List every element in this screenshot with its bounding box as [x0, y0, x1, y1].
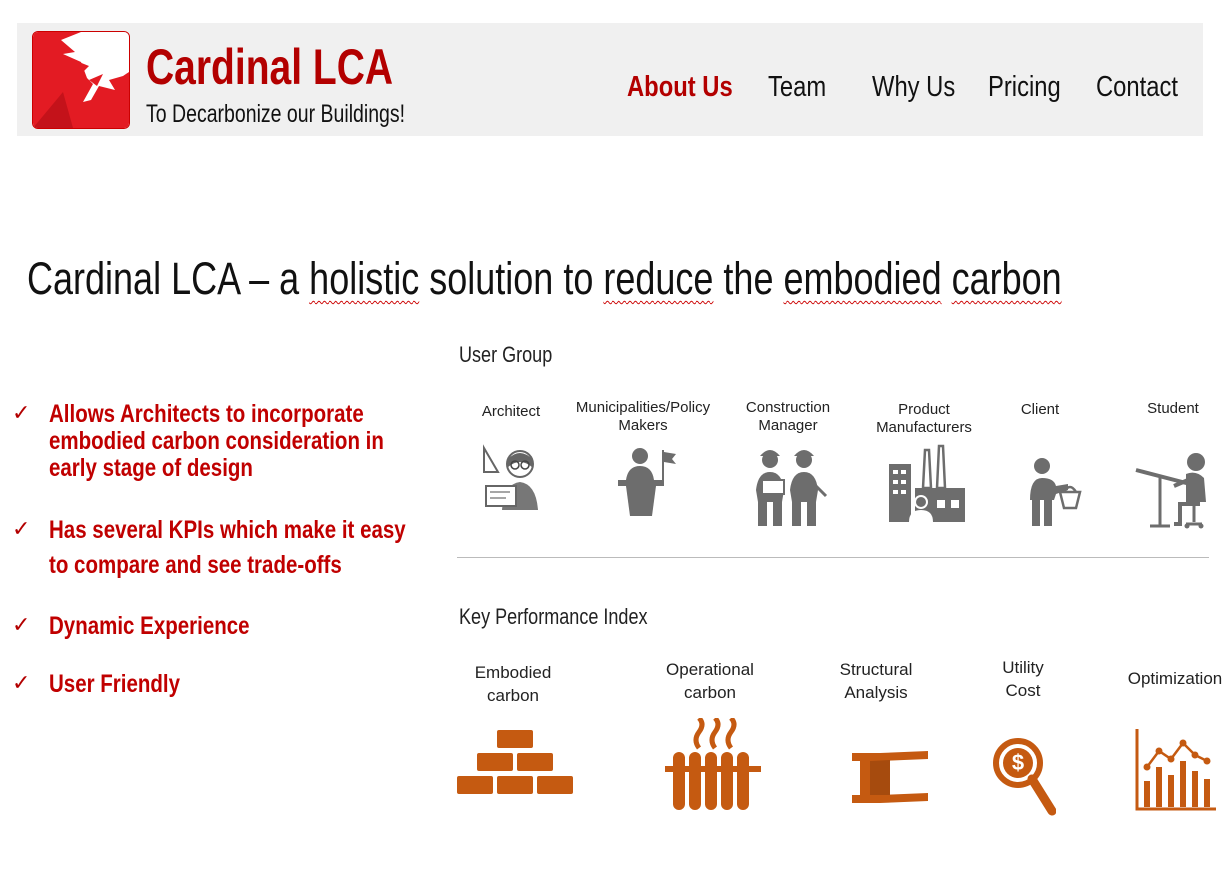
construction-manager-icon [752, 446, 828, 533]
feature-text: to compare and see trade-offs [49, 551, 342, 579]
client-icon [1020, 456, 1084, 533]
headline-text: solution to [419, 253, 604, 304]
feature-text: Has several KPIs which make it easy [49, 516, 406, 544]
brand-title[interactable]: Cardinal LCA [146, 39, 393, 95]
kpi-title: Key Performance Index [459, 604, 648, 629]
user-group-title: User Group [459, 342, 553, 367]
feature-text: Dynamic Experience [49, 612, 250, 640]
cardinal-logo-icon[interactable] [32, 31, 130, 129]
feature-text: User Friendly [49, 670, 181, 698]
checkmark-icon: ✓ [12, 612, 31, 637]
bricks-icon [457, 730, 575, 801]
feature-text: embodied carbon consideration in [49, 427, 384, 455]
user-group-label: Architect [481, 403, 541, 420]
checkmark-icon: ✓ [12, 400, 31, 425]
kpi-label: Operational carbon [666, 660, 754, 702]
nav-team[interactable]: Team [768, 70, 826, 104]
user-group-label: Municipalities/Policy Makers [575, 399, 711, 434]
feature-text: Allows Architects to incorporate [49, 400, 364, 428]
nav-why-us[interactable]: Why Us [872, 70, 955, 104]
headline-word-carbon: carbon [951, 253, 1062, 304]
kpi-label: Utility Cost [1002, 658, 1044, 700]
headline-text: the [713, 253, 784, 304]
kpi-label: Embodied carbon [474, 663, 552, 705]
user-group-label: Product Manufacturers [876, 401, 972, 436]
user-group-label: Construction Manager [745, 399, 831, 434]
headline-word-embodied: embodied [783, 253, 942, 304]
architect-icon [480, 444, 544, 519]
headline-text: Cardinal LCA – a [27, 253, 310, 304]
headline-word-holistic: holistic [309, 253, 420, 304]
user-group-label: Student [1147, 400, 1199, 417]
dollar-search-icon: $ [992, 737, 1057, 822]
checkmark-icon: ✓ [12, 670, 31, 695]
brand-tagline: To Decarbonize our Buildings! [146, 100, 406, 128]
policy-maker-icon [614, 444, 678, 523]
radiator-icon [665, 716, 763, 819]
chart-icon [1134, 729, 1218, 818]
i-beam-icon [852, 751, 930, 812]
feature-text: early stage of design [49, 454, 253, 482]
svg-text:$: $ [1012, 750, 1024, 775]
user-group-label: Client [1020, 401, 1060, 418]
kpi-label: Optimization [1127, 669, 1223, 688]
section-divider [457, 557, 1209, 558]
headline-space [942, 253, 952, 304]
nav-about-us[interactable]: About Us [627, 70, 733, 104]
kpi-label: Structural Analysis [839, 660, 913, 702]
nav-pricing[interactable]: Pricing [988, 70, 1061, 104]
factory-icon [887, 444, 967, 529]
nav-contact[interactable]: Contact [1096, 70, 1178, 104]
page-headline: Cardinal LCA – a holistic solution to re… [27, 252, 1062, 306]
site-header: Cardinal LCA To Decarbonize our Building… [17, 23, 1203, 136]
student-icon [1130, 450, 1214, 535]
headline-word-reduce: reduce [603, 253, 714, 304]
checkmark-icon: ✓ [12, 516, 31, 541]
